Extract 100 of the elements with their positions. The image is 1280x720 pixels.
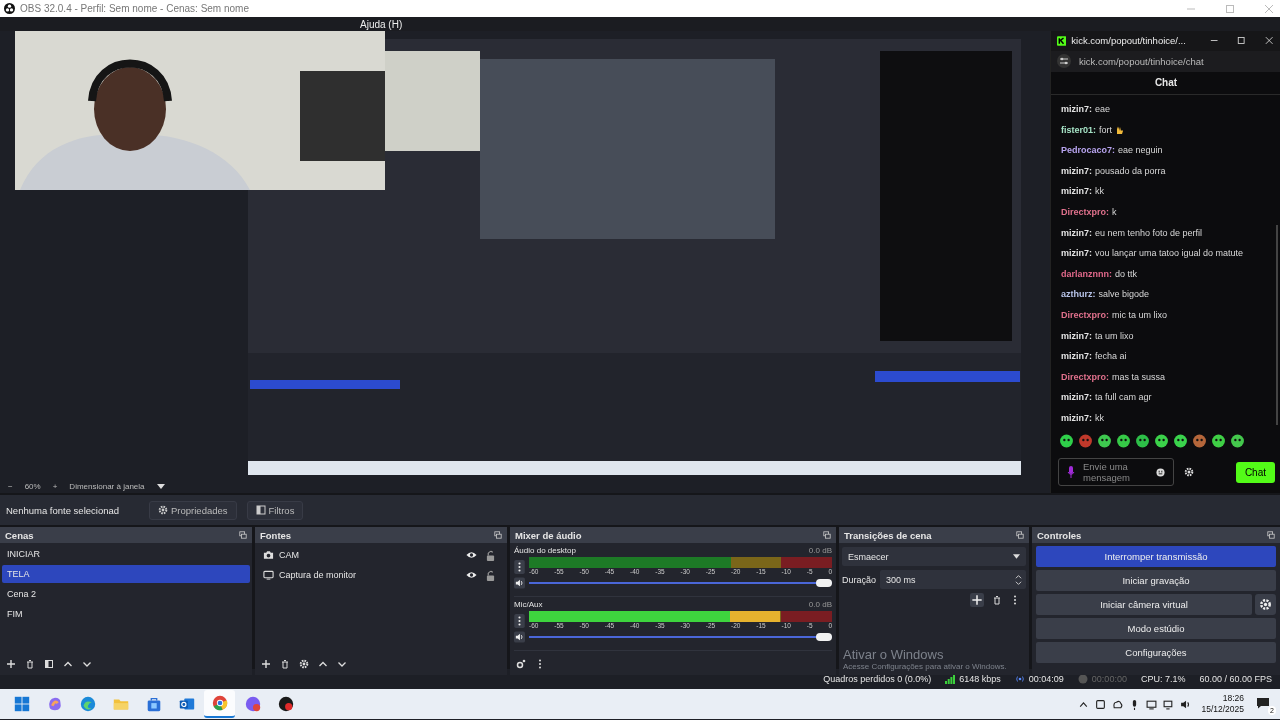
speaker-icon[interactable] [514, 576, 525, 590]
more-options-icon[interactable] [514, 559, 525, 574]
source-item[interactable]: Captura de monitor [279, 570, 357, 580]
app-logo-icon [4, 3, 15, 14]
display-icon[interactable] [1146, 698, 1158, 710]
zoom-out-button[interactable]: − [8, 482, 13, 491]
emote-icon[interactable] [1135, 432, 1150, 448]
emote-icon[interactable] [1211, 432, 1226, 448]
visibility-eye-icon[interactable] [466, 551, 477, 559]
chat-username[interactable]: mizin7: [1061, 330, 1092, 341]
chat-message: kk [1095, 412, 1104, 423]
scene-item[interactable]: Cena 2 [2, 585, 250, 603]
volume-slider[interactable] [529, 631, 832, 643]
speaker-icon[interactable] [514, 630, 525, 644]
zoom-in-button[interactable]: + [52, 482, 58, 491]
transition-dropdown[interactable]: Esmaecer [842, 547, 1026, 566]
fit-to-window-dropdown[interactable]: Dimensionar à janela [69, 482, 145, 491]
chat-username[interactable]: mizin7: [1061, 248, 1092, 259]
menu-item[interactable]: Ajuda (H) [360, 18, 403, 30]
emote-icon[interactable] [1116, 432, 1131, 448]
emote-icon[interactable] [1059, 432, 1074, 448]
lock-icon[interactable] [486, 569, 495, 581]
speaker-icon[interactable] [1180, 698, 1192, 710]
chat-message: fort [1099, 124, 1113, 135]
move-down-icon[interactable] [82, 659, 92, 669]
visibility-eye-icon[interactable] [466, 571, 477, 579]
undock-icon[interactable] [239, 531, 247, 539]
chat-username[interactable]: fister01: [1061, 124, 1096, 135]
undock-icon[interactable] [823, 531, 831, 539]
chat-username[interactable]: mizin7: [1061, 351, 1092, 362]
site-settings-icon[interactable] [1057, 54, 1071, 69]
activation-notice-title: Ativar o Windows [843, 647, 945, 662]
emote-icon[interactable] [1230, 432, 1245, 448]
settings-icon[interactable] [299, 659, 309, 669]
emoji-icon[interactable] [1156, 467, 1165, 477]
control-button[interactable]: Configurações [1036, 642, 1276, 663]
tray-icon[interactable] [1095, 698, 1107, 710]
volume-reading: 0.0 dB [808, 600, 832, 609]
clock[interactable]: 18:26 15/12/2025 [1201, 693, 1244, 715]
control-button[interactable]: Iniciar câmera virtual [1036, 594, 1252, 615]
trash-icon[interactable] [25, 659, 35, 669]
properties-button[interactable]: Propriedades [149, 500, 237, 520]
move-up-icon[interactable] [318, 659, 328, 669]
filter-icon[interactable] [44, 659, 54, 669]
filters-button[interactable]: Filtros [246, 500, 304, 520]
chat-username[interactable]: Directxpro: [1061, 207, 1109, 218]
chat-username[interactable]: mizin7: [1061, 165, 1092, 176]
undock-icon[interactable] [1016, 531, 1024, 539]
panel-title: Transições de cena [844, 529, 932, 541]
add-icon[interactable] [261, 659, 271, 669]
chat-username[interactable]: azthurz: [1061, 289, 1096, 300]
caret-icon[interactable] [156, 484, 165, 489]
zoom-level: 60% [24, 482, 41, 491]
control-button[interactable]: Modo estúdio [1036, 618, 1276, 639]
emote-icon[interactable] [1097, 432, 1112, 448]
chat-username[interactable]: darlanznnn: [1061, 268, 1112, 279]
chat-username[interactable]: Directxpro: [1061, 371, 1109, 382]
chat-username[interactable]: mizin7: [1061, 104, 1092, 115]
emote-icon[interactable] [1192, 432, 1207, 448]
chat-username[interactable]: Directxpro: [1061, 310, 1109, 320]
control-button[interactable]: Iniciar gravação [1036, 570, 1276, 591]
trash-icon[interactable] [280, 659, 290, 669]
scene-item[interactable]: INICIAR [2, 545, 250, 563]
chat-message: ta um lixo [1095, 330, 1134, 341]
control-button[interactable]: Interromper transmissão [1036, 546, 1276, 567]
message-field[interactable]: Envie uma mensagem [1058, 458, 1174, 487]
network-icon[interactable] [1163, 698, 1175, 710]
add-icon[interactable] [970, 593, 984, 607]
chat-username[interactable]: mizin7: [1061, 186, 1092, 197]
scene-item[interactable]: TELA [2, 565, 250, 583]
volume-slider[interactable] [529, 577, 832, 589]
scene-item[interactable]: FIM [2, 605, 250, 623]
chat-bubble-icon [243, 695, 262, 713]
move-down-icon[interactable] [337, 659, 347, 669]
lock-icon[interactable] [486, 549, 495, 561]
emote-icon[interactable] [1154, 432, 1169, 448]
chat-message: k [1112, 207, 1117, 218]
chat-username[interactable]: mizin7: [1061, 392, 1092, 403]
record-icon [1077, 674, 1088, 684]
emote-icon[interactable] [1173, 432, 1188, 448]
settings-icon[interactable] [1184, 467, 1194, 478]
trash-icon[interactable] [992, 595, 1002, 605]
panel-title: Fontes [260, 529, 292, 541]
maximize-icon[interactable] [1237, 36, 1246, 46]
chat-username[interactable]: mizin7: [1061, 412, 1092, 423]
more-options-icon[interactable] [514, 613, 525, 628]
chat-username[interactable]: Pedrocaco7: [1061, 145, 1116, 156]
close-icon[interactable] [1264, 36, 1273, 46]
cloud-icon[interactable] [1112, 698, 1124, 710]
chat-message: mas ta sussa [1112, 371, 1166, 382]
send-chat-button[interactable]: Chat [1235, 461, 1275, 483]
source-item[interactable]: CAM [279, 550, 299, 560]
chat-username[interactable]: mizin7: [1061, 227, 1092, 238]
undock-icon[interactable] [494, 531, 502, 539]
settings-icon[interactable] [1255, 594, 1276, 615]
advanced-settings-icon[interactable] [516, 659, 526, 669]
duration-spinbox[interactable]: 300 ms [880, 570, 1026, 589]
move-up-icon[interactable] [63, 659, 73, 669]
undock-icon[interactable] [1267, 531, 1275, 539]
add-icon[interactable] [6, 659, 16, 669]
